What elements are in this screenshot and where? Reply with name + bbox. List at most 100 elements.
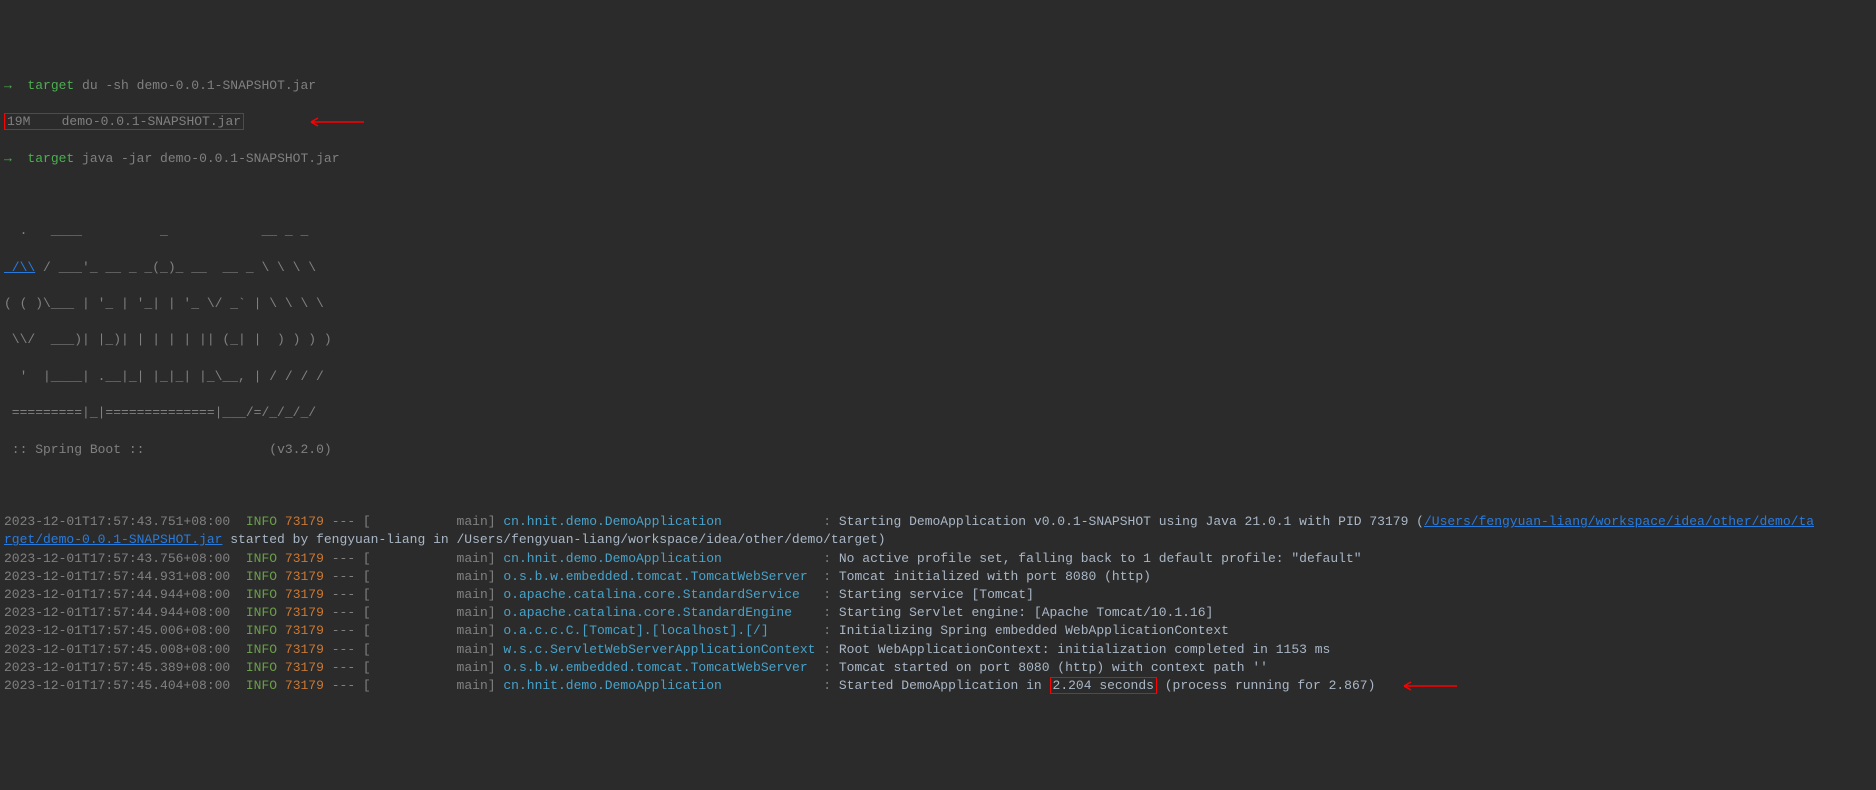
- log-thread: main]: [371, 569, 496, 584]
- log-message: Started DemoApplication in: [839, 678, 1050, 693]
- log-timestamp: 2023-12-01T17:57:43.756+08:00: [4, 551, 230, 566]
- log-pid: 73179: [285, 605, 324, 620]
- log-line: 2023-12-01T17:57:45.006+08:00 INFO 73179…: [4, 622, 1872, 640]
- banner-footer: :: Spring Boot :: (v3.2.0): [4, 441, 1872, 459]
- startup-time-highlight: 2.204 seconds: [1050, 677, 1157, 694]
- log-pid: 73179: [285, 678, 324, 693]
- log-line: 2023-12-01T17:57:44.931+08:00 INFO 73179…: [4, 568, 1872, 586]
- log-logger: o.apache.catalina.core.StandardEngine: [503, 605, 815, 620]
- command-text: du -sh demo-0.0.1-SNAPSHOT.jar: [82, 78, 316, 93]
- log-colon: :: [823, 569, 831, 584]
- log-thread: main]: [371, 660, 496, 675]
- log-logger: o.s.b.w.embedded.tomcat.TomcatWebServer: [503, 660, 815, 675]
- log-message: started by fengyuan-liang in /Users/feng…: [222, 532, 885, 547]
- log-logger: cn.hnit.demo.DemoApplication: [503, 678, 815, 693]
- log-path-link[interactable]: /Users/fengyuan-liang/workspace/idea/oth…: [1424, 514, 1814, 529]
- log-pid: 73179: [285, 660, 324, 675]
- log-line: 2023-12-01T17:57:44.944+08:00 INFO 73179…: [4, 604, 1872, 622]
- prompt-arrow-icon: →: [4, 151, 12, 166]
- log-level: INFO: [246, 605, 277, 620]
- file-size: 19M: [7, 114, 30, 129]
- spring-boot-version: (v3.2.0): [269, 442, 331, 457]
- log-separator: --- [: [332, 678, 371, 693]
- file-name: demo-0.0.1-SNAPSHOT.jar: [62, 114, 241, 129]
- log-message: Starting Servlet engine: [Apache Tomcat/…: [839, 605, 1213, 620]
- output-line-1: 19M demo-0.0.1-SNAPSHOT.jar: [4, 113, 1872, 131]
- log-line: 2023-12-01T17:57:45.389+08:00 INFO 73179…: [4, 659, 1872, 677]
- log-timestamp: 2023-12-01T17:57:45.008+08:00: [4, 642, 230, 657]
- log-message: No active profile set, falling back to 1…: [839, 551, 1362, 566]
- log-message: Starting service [Tomcat]: [839, 587, 1034, 602]
- log-message: Tomcat started on port 8080 (http) with …: [839, 660, 1268, 675]
- command-line-1: → target du -sh demo-0.0.1-SNAPSHOT.jar: [4, 77, 1872, 95]
- log-colon: :: [823, 551, 831, 566]
- annotation-arrow-icon: [306, 115, 366, 129]
- blank-line: [4, 186, 1872, 204]
- log-timestamp: 2023-12-01T17:57:45.404+08:00: [4, 678, 230, 693]
- log-colon: :: [823, 587, 831, 602]
- log-path-link[interactable]: rget/demo-0.0.1-SNAPSHOT.jar: [4, 532, 222, 547]
- log-level: INFO: [246, 623, 277, 638]
- log-line: 2023-12-01T17:57:44.944+08:00 INFO 73179…: [4, 586, 1872, 604]
- log-line: 2023-12-01T17:57:45.008+08:00 INFO 73179…: [4, 641, 1872, 659]
- log-logger: o.a.c.c.C.[Tomcat].[localhost].[/]: [503, 623, 815, 638]
- log-timestamp: 2023-12-01T17:57:44.944+08:00: [4, 587, 230, 602]
- log-timestamp: 2023-12-01T17:57:44.944+08:00: [4, 605, 230, 620]
- log-colon: :: [823, 514, 831, 529]
- log-thread: main]: [371, 551, 496, 566]
- banner-line: \\/ ___)| |_)| | | | | || (_| | ) ) ) ): [4, 331, 1872, 349]
- log-colon: :: [823, 642, 831, 657]
- log-message: Starting DemoApplication v0.0.1-SNAPSHOT…: [839, 514, 1424, 529]
- log-colon: :: [823, 605, 831, 620]
- banner-slash-link: /\\: [4, 260, 35, 275]
- banner-line: /\\ / ___'_ __ _ _(_)_ __ __ _ \ \ \ \: [4, 259, 1872, 277]
- log-timestamp: 2023-12-01T17:57:45.389+08:00: [4, 660, 230, 675]
- prompt-path: target: [27, 78, 74, 93]
- log-line: 2023-12-01T17:57:45.404+08:00 INFO 73179…: [4, 677, 1872, 695]
- log-colon: :: [823, 678, 831, 693]
- log-separator: --- [: [332, 623, 371, 638]
- log-level: INFO: [246, 642, 277, 657]
- prompt-arrow-icon: →: [4, 78, 12, 93]
- log-separator: --- [: [332, 660, 371, 675]
- command-line-2: → target java -jar demo-0.0.1-SNAPSHOT.j…: [4, 150, 1872, 168]
- log-line: 2023-12-01T17:57:43.751+08:00 INFO 73179…: [4, 513, 1872, 531]
- log-thread: main]: [371, 678, 496, 693]
- log-separator: --- [: [332, 642, 371, 657]
- spring-boot-label: :: Spring Boot ::: [4, 442, 144, 457]
- prompt-path: target: [27, 151, 74, 166]
- log-message: Root WebApplicationContext: initializati…: [839, 642, 1330, 657]
- log-pid: 73179: [285, 642, 324, 657]
- log-level: INFO: [246, 678, 277, 693]
- log-level: INFO: [246, 587, 277, 602]
- log-separator: --- [: [332, 587, 371, 602]
- log-pid: 73179: [285, 551, 324, 566]
- log-level: INFO: [246, 551, 277, 566]
- log-level: INFO: [246, 569, 277, 584]
- log-thread: main]: [371, 587, 496, 602]
- log-separator: --- [: [332, 605, 371, 620]
- log-separator: --- [: [332, 551, 371, 566]
- log-pid: 73179: [285, 587, 324, 602]
- log-timestamp: 2023-12-01T17:57:44.931+08:00: [4, 569, 230, 584]
- banner-line: ' |____| .__|_| |_|_| |_\__, | / / / /: [4, 368, 1872, 386]
- log-separator: --- [: [332, 569, 371, 584]
- log-thread: main]: [371, 514, 496, 529]
- log-logger: cn.hnit.demo.DemoApplication: [503, 551, 815, 566]
- log-pid: 73179: [285, 623, 324, 638]
- command-text: java -jar demo-0.0.1-SNAPSHOT.jar: [82, 151, 339, 166]
- banner-line: . ____ _ __ _ _: [4, 222, 1872, 240]
- log-colon: :: [823, 623, 831, 638]
- log-thread: main]: [371, 605, 496, 620]
- log-separator: --- [: [332, 514, 371, 529]
- log-logger: w.s.c.ServletWebServerApplicationContext: [503, 642, 815, 657]
- log-thread: main]: [371, 623, 496, 638]
- log-logger: o.s.b.w.embedded.tomcat.TomcatWebServer: [503, 569, 815, 584]
- size-highlight-box: 19M demo-0.0.1-SNAPSHOT.jar: [4, 113, 244, 130]
- blank-line: [4, 477, 1872, 495]
- log-level: INFO: [246, 514, 277, 529]
- log-thread: main]: [371, 642, 496, 657]
- log-timestamp: 2023-12-01T17:57:45.006+08:00: [4, 623, 230, 638]
- banner-line: ( ( )\___ | '_ | '_| | '_ \/ _` | \ \ \ …: [4, 295, 1872, 313]
- log-logger: cn.hnit.demo.DemoApplication: [503, 514, 815, 529]
